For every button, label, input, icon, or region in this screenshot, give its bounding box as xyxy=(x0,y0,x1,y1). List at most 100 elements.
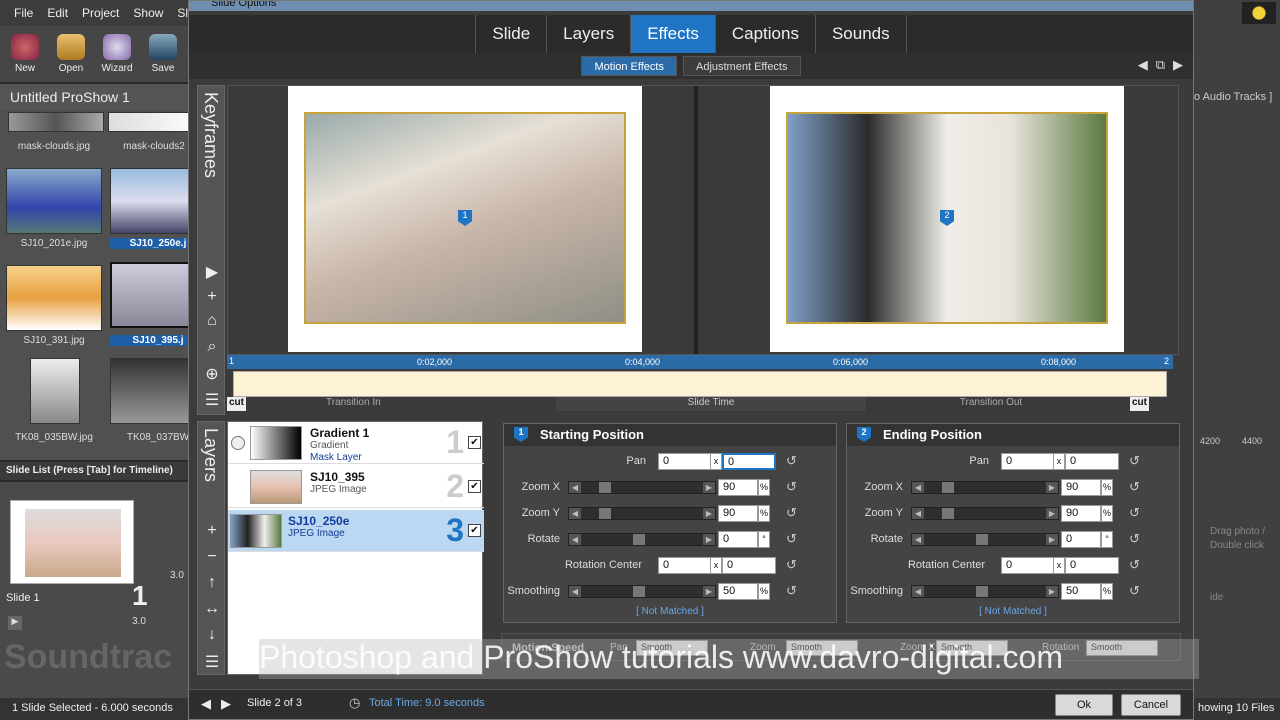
zoom-x-input[interactable]: 90 xyxy=(1061,479,1101,496)
cancel-button[interactable]: Cancel xyxy=(1121,694,1181,716)
zoom-in-icon[interactable]: ⊕ xyxy=(202,364,222,384)
pan-x-input[interactable]: 0 xyxy=(658,453,712,470)
smoothing-slider[interactable]: ◀ ▶ xyxy=(568,585,716,598)
reset-icon[interactable]: ↺ xyxy=(1129,557,1145,573)
not-matched-link[interactable]: [ Not Matched ] xyxy=(847,606,1179,617)
move-up-icon[interactable]: ↑ xyxy=(202,574,222,594)
next-slide-icon[interactable]: ▶ xyxy=(221,696,231,712)
menu-project[interactable]: Project xyxy=(82,6,119,20)
zoom-fit-icon[interactable]: ⌕ xyxy=(202,338,222,358)
copy-icon[interactable]: ⧉ xyxy=(1156,57,1165,73)
keyframe-marker[interactable]: 2 xyxy=(940,210,954,226)
wizard-button[interactable]: Wizard xyxy=(98,34,136,74)
rotate-input[interactable]: 0 xyxy=(1061,531,1101,548)
tab-captions[interactable]: Captions xyxy=(714,15,815,53)
end-image[interactable]: 2 xyxy=(786,112,1108,324)
end-preview[interactable]: 2 xyxy=(770,86,1124,352)
layer-checkbox[interactable]: ✔ xyxy=(468,480,481,493)
keyframe-list-icon[interactable]: ☰ xyxy=(202,390,222,410)
save-button[interactable]: Save xyxy=(144,34,182,74)
file-name: mask-clouds.jpg xyxy=(17,141,91,152)
layer-checkbox[interactable]: ✔ xyxy=(468,524,481,537)
swap-icon[interactable]: ↔ xyxy=(202,600,222,620)
file-thumb[interactable] xyxy=(30,358,80,424)
pan-x-input[interactable]: 0 xyxy=(1001,453,1055,470)
eye-icon[interactable] xyxy=(1242,2,1276,24)
pan-y-input[interactable]: 0 xyxy=(722,453,776,470)
end-marker[interactable]: 2 xyxy=(1164,356,1169,366)
zoom-y-slider[interactable]: ◀ ▶ xyxy=(911,507,1059,520)
layer-row[interactable]: SJ10_250e JPEG Image 3 ✔ xyxy=(228,510,484,552)
ok-button[interactable]: Ok xyxy=(1055,694,1113,716)
not-matched-link[interactable]: [ Not Matched ] xyxy=(504,606,836,617)
rotation-center-x-input[interactable]: 0 xyxy=(1001,557,1055,574)
rotation-center-x-input[interactable]: 0 xyxy=(658,557,712,574)
smoothing-input[interactable]: 50 xyxy=(1061,583,1101,600)
file-thumb[interactable] xyxy=(6,168,102,234)
rotate-slider[interactable]: ◀ ▶ xyxy=(568,533,716,546)
start-marker[interactable]: 1 xyxy=(229,356,234,366)
tab-slide[interactable]: Slide xyxy=(475,15,546,53)
reset-icon[interactable]: ↺ xyxy=(1129,453,1145,469)
add-keyframe-icon[interactable]: + xyxy=(202,288,222,308)
reset-icon[interactable]: ↺ xyxy=(786,583,802,599)
rotate-input[interactable]: 0 xyxy=(718,531,758,548)
play-icon[interactable]: ▶ xyxy=(8,616,22,630)
move-down-icon[interactable]: ↓ xyxy=(202,626,222,646)
layer-list-icon[interactable]: ☰ xyxy=(202,652,222,672)
rotate-slider[interactable]: ◀ ▶ xyxy=(911,533,1059,546)
tab-effects[interactable]: Effects xyxy=(630,15,715,53)
reset-icon[interactable]: ↺ xyxy=(786,479,802,495)
pan-y-input[interactable]: 0 xyxy=(1065,453,1119,470)
keyframe-tool-icon[interactable]: ⌂ xyxy=(202,312,222,332)
menu-show[interactable]: Show xyxy=(133,6,163,20)
zoom-y-input[interactable]: 90 xyxy=(718,505,758,522)
slide-thumb[interactable] xyxy=(10,500,134,584)
layer-row[interactable]: SJ10_395 JPEG Image 2 ✔ xyxy=(228,466,484,508)
layer-checkbox[interactable]: ✔ xyxy=(468,436,481,449)
rotation-center-y-input[interactable]: 0 xyxy=(722,557,776,574)
menu-file[interactable]: File xyxy=(14,6,33,20)
reset-icon[interactable]: ↺ xyxy=(786,505,802,521)
open-button[interactable]: Open xyxy=(52,34,90,74)
reset-icon[interactable]: ↺ xyxy=(1129,531,1145,547)
remove-layer-icon[interactable]: − xyxy=(202,548,222,568)
zoom-x-slider[interactable]: ◀ ▶ xyxy=(568,481,716,494)
zoom-y-input[interactable]: 90 xyxy=(1061,505,1101,522)
keyframe-timeline[interactable]: 1 0:02,000 0:04,000 0:06,000 0:08,000 2 … xyxy=(227,355,1173,413)
reset-icon[interactable]: ↺ xyxy=(786,531,802,547)
start-image[interactable]: 1 xyxy=(304,112,626,324)
prev-slide-icon[interactable]: ◀ xyxy=(201,696,211,712)
new-button[interactable]: New xyxy=(6,34,44,74)
file-thumb[interactable] xyxy=(8,112,104,132)
zoom-y-slider[interactable]: ◀ ▶ xyxy=(568,507,716,520)
status-right: howing 10 Files xyxy=(1198,702,1275,714)
smoothing-row: Smoothing ◀ ▶ 50 % ↺ xyxy=(847,582,1179,602)
arrow-left-icon[interactable]: ◀ xyxy=(1138,57,1148,73)
reset-icon[interactable]: ↺ xyxy=(1129,479,1145,495)
keyframe-marker[interactable]: 1 xyxy=(458,210,472,226)
layer-row[interactable]: Gradient 1 Gradient Mask Layer 1 ✔ xyxy=(228,422,484,464)
reset-icon[interactable]: ↺ xyxy=(1129,583,1145,599)
menu-edit[interactable]: Edit xyxy=(47,6,68,20)
zoom-x-input[interactable]: 90 xyxy=(718,479,758,496)
start-preview[interactable]: 1 xyxy=(288,86,642,352)
add-layer-icon[interactable]: + xyxy=(202,522,222,542)
subtab-motion-effects[interactable]: Motion Effects xyxy=(581,56,677,76)
radio-icon[interactable] xyxy=(231,436,245,450)
rotation-center-y-input[interactable]: 0 xyxy=(1065,557,1119,574)
zoom-x-slider[interactable]: ◀ ▶ xyxy=(911,481,1059,494)
smoothing-input[interactable]: 50 xyxy=(718,583,758,600)
reset-icon[interactable]: ↺ xyxy=(786,453,802,469)
zoom-x-row: Zoom X ◀ ▶ 90 % ↺ xyxy=(847,478,1179,498)
tab-layers[interactable]: Layers xyxy=(546,15,630,53)
reset-icon[interactable]: ↺ xyxy=(1129,505,1145,521)
reset-icon[interactable]: ↺ xyxy=(786,557,802,573)
tab-sounds[interactable]: Sounds xyxy=(814,15,907,53)
smoothing-slider[interactable]: ◀ ▶ xyxy=(911,585,1059,598)
arrow-right-icon[interactable]: ▶ xyxy=(1173,57,1183,73)
timeline-bar[interactable] xyxy=(233,371,1167,397)
file-thumb[interactable] xyxy=(6,265,102,331)
play-icon[interactable]: ▶ xyxy=(202,262,222,282)
subtab-adjustment-effects[interactable]: Adjustment Effects xyxy=(682,56,801,76)
